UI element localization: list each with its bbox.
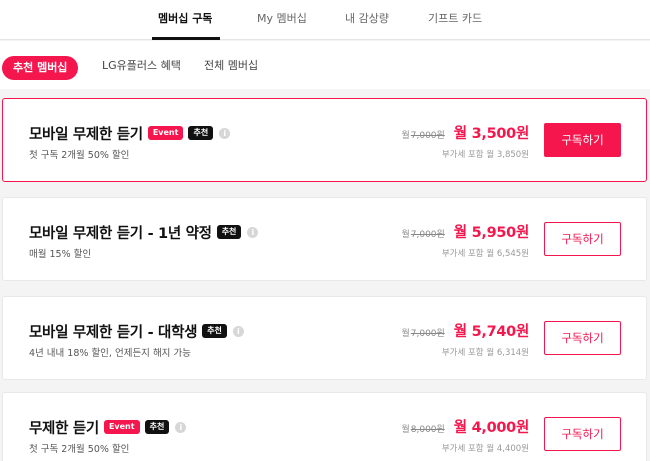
original-price: 7,000원 [410,329,445,339]
tab-gift-card[interactable]: 기프트 카드 [428,10,482,26]
subscribe-button[interactable]: 구독하기 [544,321,621,355]
info-icon[interactable]: i [219,127,231,139]
vat-included-price: 부가세 포함 월 6,314원 [441,348,529,358]
plan-title-row: 모바일 무제한 듣기 - 대학생 추천 i [29,321,244,341]
vat-included-price: 부가세 포함 월 4,400원 [441,444,529,454]
plan-card: 모바일 무제한 듣기 Event 추천 i 첫 구독 2개월 50% 할인 월 … [2,98,647,182]
vat-included-price: 부가세 포함 월 6,545원 [441,249,529,259]
price-row: 월 8,000원 월 4,000원 [401,416,529,437]
plan-name: 모바일 무제한 듣기 - 1년 약정 [29,225,212,242]
filter-bar: 추천 멤버십 LG유플러스 혜택 전체 멤버십 [0,41,650,89]
price-row: 월 7,000원 월 5,950원 [401,221,529,242]
price-unit: 월 [401,131,410,141]
plan-description: 매월 15% 할인 [29,249,92,260]
subscribe-button[interactable]: 구독하기 [544,123,621,157]
price-unit: 월 [401,329,410,339]
discounted-price: 월 5,950원 [453,225,530,241]
discounted-price: 월 4,000원 [453,420,530,436]
plan-title-row: 모바일 무제한 듣기 - 1년 약정 추천 i [29,222,259,242]
plan-description: 첫 구독 2개월 50% 할인 [29,444,130,455]
chip-lg-uplus-benefit[interactable]: LG유플러스 혜택 [102,57,181,73]
plan-description: 4년 내내 18% 할인, 언제든지 해지 가능 [29,348,191,359]
recommended-badge: 추천 [188,126,214,140]
subscribe-button[interactable]: 구독하기 [544,417,621,451]
price-unit: 월 [401,425,410,435]
discounted-price: 월 3,500원 [453,126,530,142]
discounted-price: 월 5,740원 [453,324,530,340]
plan-description: 첫 구독 2개월 50% 할인 [29,150,130,161]
plan-name: 무제한 듣기 [29,420,99,437]
price-row: 월 7,000원 월 3,500원 [401,122,529,143]
plan-card: 무제한 듣기 Event 추천 i 첫 구독 2개월 50% 할인 월 8,00… [2,392,647,461]
info-icon[interactable]: i [247,226,259,238]
active-tab-underline [152,37,220,40]
recommended-badge: 추천 [144,420,170,434]
event-badge: Event [147,126,184,140]
info-icon[interactable]: i [175,421,187,433]
price-unit: 월 [401,230,410,240]
tab-listening-stats[interactable]: 내 감상량 [345,10,389,26]
plan-title-row: 무제한 듣기 Event 추천 i [29,417,187,437]
vat-included-price: 부가세 포함 월 3,850원 [441,150,529,160]
tab-my-membership[interactable]: My 멤버십 [257,10,307,26]
top-navigation: 멤버십 구독 My 멤버십 내 감상량 기프트 카드 [0,0,650,40]
plan-card: 모바일 무제한 듣기 - 대학생 추천 i 4년 내내 18% 할인, 언제든지… [2,296,647,380]
original-price: 8,000원 [410,425,445,435]
info-icon[interactable]: i [232,325,244,337]
recommended-badge: 추천 [216,225,242,239]
original-price: 7,000원 [410,131,445,141]
chip-all-membership[interactable]: 전체 멤버십 [204,57,258,73]
plan-card: 모바일 무제한 듣기 - 1년 약정 추천 i 매월 15% 할인 월 7,00… [2,197,647,281]
plan-name: 모바일 무제한 듣기 - 대학생 [29,324,198,341]
event-badge: Event [103,420,140,434]
plan-title-row: 모바일 무제한 듣기 Event 추천 i [29,123,231,143]
tab-membership-subscribe[interactable]: 멤버십 구독 [158,10,212,26]
recommended-badge: 추천 [202,324,227,338]
chip-recommended[interactable]: 추천 멤버십 [2,56,79,80]
subscribe-button[interactable]: 구독하기 [544,222,621,256]
plan-name: 모바일 무제한 듣기 [29,126,143,143]
original-price: 7,000원 [410,230,445,240]
price-row: 월 7,000원 월 5,740원 [401,320,529,341]
